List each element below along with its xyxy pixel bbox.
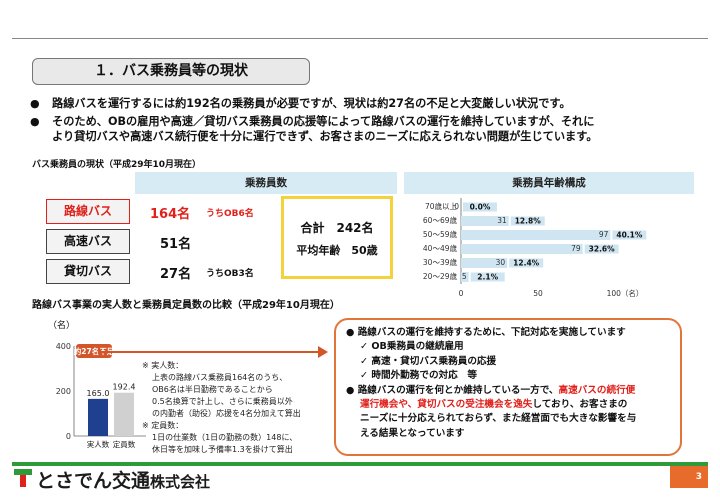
slide: １．バス乗務員等の現状 ● 路線バスを運行するには約192名の乗務員が必要ですが… (0, 0, 720, 498)
bullet-dot: ● (30, 97, 40, 110)
age-percent-label: 40.1% (616, 231, 643, 240)
note-line: 上表の路線バス乗務員164名のうち、 (152, 373, 288, 382)
logo-text-suffix: 株式会社 (150, 473, 211, 491)
bullet-text-cont: より貸切バスや高速バス続行便を十分に運行できず、お客さまのニーズに応えられない問… (52, 130, 598, 143)
note-line: OB6名は半日勤務であることから (152, 385, 273, 394)
note-line: 0.5名換算で計上し、さらに乗務員以外 (152, 397, 293, 406)
age-percent-label: 2.1% (477, 273, 498, 282)
total-box: 合計 242名 平均年齢 50歳 (281, 196, 393, 279)
row-value-charter-bus: 27名 (160, 267, 192, 282)
logo-text: とさでん交通 (36, 470, 151, 492)
age-composition-chart: 70歳以上0 0.0%60～69歳 31 12.8%50～59歳 97 40.1%40～4… (423, 198, 647, 298)
impact-line-1: ● 路線バスの運行を何とか維持している一方で、高速バスの続行便 (346, 384, 670, 398)
impact-highlight: 運行機会や、貸切バスの受注機会を逸失 (360, 399, 533, 411)
countermeasure-item: ✓ 高速・貸切バス乗務員の応援 (360, 355, 497, 367)
age-x-tick: 0 (459, 289, 464, 298)
staff-section-title: バス乗務員の現状（平成29年10月現在） (32, 160, 202, 170)
age-category-label: 50～59歳 (423, 229, 458, 239)
bullet-item: ● そのため、OBの雇用や高速／貸切バス乗務員の応援等によって路線バスの運行を維… (30, 114, 700, 145)
staff-header: 乗務員数 (135, 172, 397, 194)
bullet-dot: ● (30, 114, 40, 128)
note-line: 1日の仕業数（1日の勤務の数）148に、 (152, 433, 298, 442)
note-line: 休日等を加味し予備率1.3を掛けて算出 (152, 445, 293, 454)
age-percent-label: 32.6% (589, 245, 616, 254)
compare-bar-value: 192.4 (113, 383, 136, 392)
countermeasures-box: ● 路線バスの運行を維持するために、下記対応を実施しています ✓ OB乗務員の継… (334, 318, 682, 456)
bullet-text: そのため、OBの雇用や高速／貸切バス乗務員の応援等によって路線バスの運行を維持し… (52, 114, 595, 128)
countermeasure-item: ✓ 時間外勤務での対応 等 (360, 370, 477, 382)
impact-text: しており、お客さまの (532, 399, 628, 411)
age-bar-value: 79 (571, 244, 581, 253)
average-age: 平均年齢 50歳 (296, 244, 378, 257)
row-label-charter-bus: 貸切バス (46, 259, 130, 284)
bullet-item: ● 路線バスを運行するには約192名の乗務員が必要ですが、現状は約27名の不足と… (30, 96, 700, 112)
age-bar-value: 0 (454, 202, 459, 211)
impact-line-2: 運行機会や、貸切バスの受注機会を逸失しており、お客さまの (346, 398, 670, 412)
compare-y-tick: 200 (56, 387, 71, 396)
notes: ※ 実人数： 上表の路線バス乗務員164名のうち、 OB6名は半日勤務であること… (142, 360, 332, 456)
countermeasures-intro: ● 路線バスの運行を維持するために、下記対応を実施しています (346, 327, 626, 338)
age-bar (461, 244, 583, 254)
company-logo: とさでん交通株式会社 (14, 466, 210, 493)
note-line: ※ 定員数： (142, 421, 184, 430)
page-number: 3 (670, 466, 708, 488)
compare-bar (88, 398, 108, 436)
page-title: １．バス乗務員等の現状 (32, 58, 310, 85)
total-count: 合計 242名 (300, 221, 374, 235)
impact-line-4: える結果となっています (360, 427, 465, 439)
age-bar-value: 5 (462, 272, 467, 281)
impact-line-3: ニーズに十分応えられておらず、また経営面でも大きな影響を与 (360, 413, 637, 425)
callout-arrow-line (98, 351, 320, 353)
compare-bar-value: 165.0 (87, 389, 110, 398)
countermeasure-item: ✓ OB乗務員の継続雇用 (360, 341, 464, 353)
header-rule (12, 38, 708, 39)
arrow-right-icon (318, 346, 328, 358)
age-x-tick: 50 (533, 289, 543, 298)
age-percent-label: 0.0% (470, 203, 491, 212)
bullet-text: 路線バスを運行するには約192名の乗務員が必要ですが、現状は約27名の不足と大変… (52, 97, 571, 110)
compare-y-tick: 0 (66, 432, 71, 441)
note-line: の内勤者（助役）応援を4名分加えて算出 (152, 409, 301, 418)
compare-category-label: 定員数 (113, 439, 136, 448)
age-category-label: 70歳以上 (425, 201, 458, 211)
logo-mark-icon (14, 469, 32, 487)
age-category-label: 30～39歳 (423, 257, 458, 267)
age-percent-label: 12.4% (513, 259, 540, 268)
compare-unit: （名） (48, 321, 76, 331)
row-note-route-bus: うちOB6名 (206, 209, 254, 219)
age-bar (461, 230, 611, 240)
impact-highlight: 高速バスの続行便 (558, 384, 636, 396)
compare-category-label: 実人数 (87, 439, 110, 448)
age-category-label: 20～29歳 (423, 271, 458, 281)
row-label-highway-bus: 高速バス (46, 229, 130, 254)
age-bar-value: 31 (497, 216, 507, 225)
row-label-route-bus: 路線バス (46, 199, 130, 224)
age-category-label: 60～69歳 (423, 215, 458, 225)
age-category-label: 40～49歳 (423, 243, 458, 253)
note-line: ※ 実人数： (142, 361, 184, 370)
age-bar-value: 30 (496, 258, 506, 267)
row-note-charter-bus: うちOB3名 (206, 269, 254, 279)
row-value-route-bus: 164名 (150, 207, 191, 222)
row-value-highway-bus: 51名 (160, 237, 192, 252)
bullet-list: ● 路線バスを運行するには約192名の乗務員が必要ですが、現状は約27名の不足と… (30, 96, 700, 147)
compare-title: 路線バス事業の実人数と乗務員定員数の比較（平成29年10月現在） (32, 300, 340, 311)
age-percent-label: 12.8% (515, 217, 542, 226)
compare-bar (114, 392, 134, 436)
age-header: 乗務員年齢構成 (404, 172, 694, 194)
age-x-tick: 100（名） (607, 288, 644, 298)
compare-y-tick: 400 (56, 342, 71, 351)
impact-text: ● 路線バスの運行を何とか維持している一方で、 (346, 384, 559, 396)
age-bar-value: 97 (599, 230, 609, 239)
